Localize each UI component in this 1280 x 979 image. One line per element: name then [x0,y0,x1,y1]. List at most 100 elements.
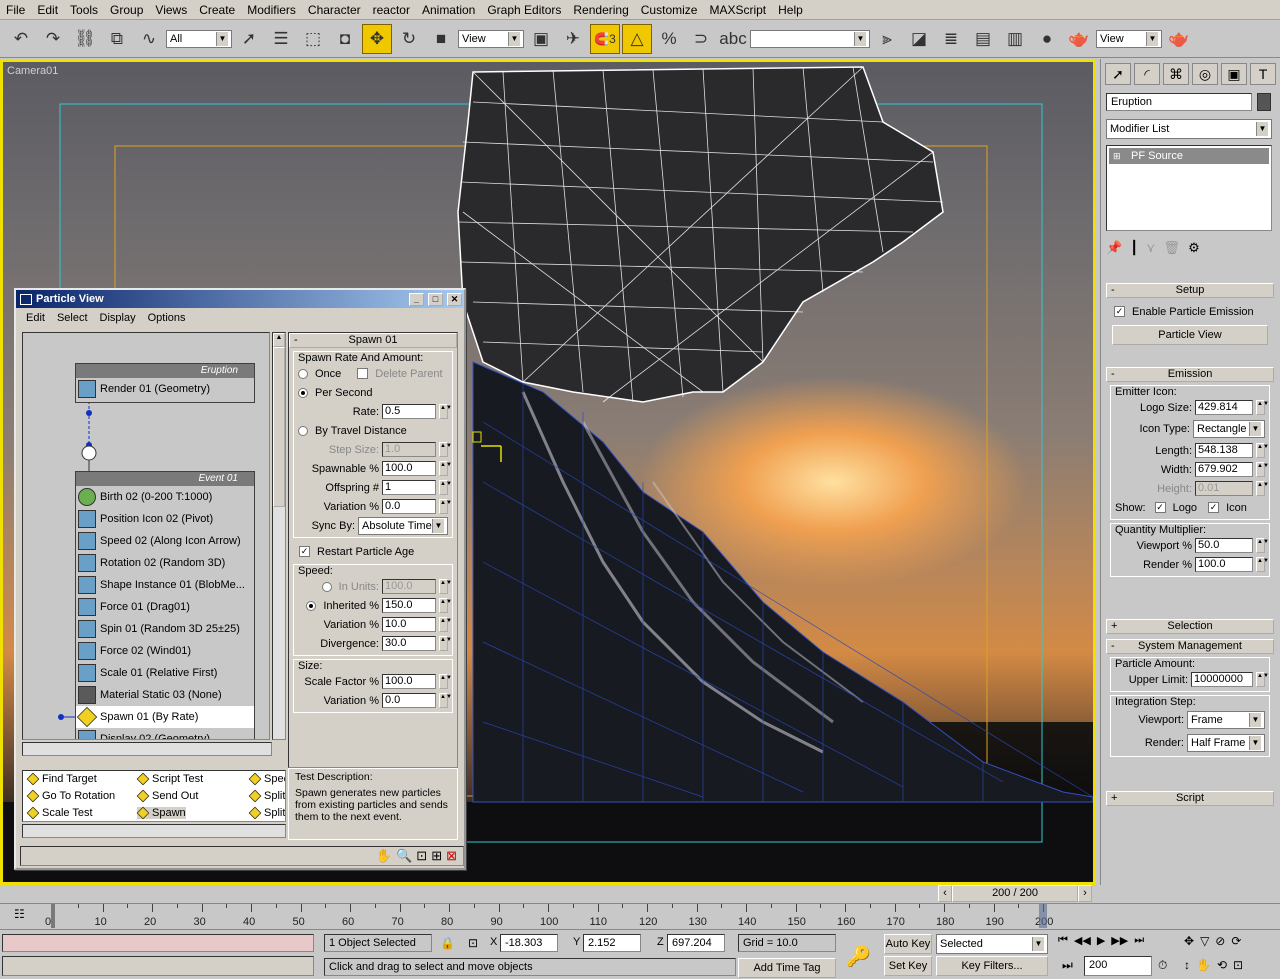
viewport-label[interactable]: Camera01 [7,65,58,77]
event-01[interactable]: Event 01 Birth 02 (0-200 T:1000) Position… [75,471,255,739]
pv-menu-edit[interactable]: Edit [20,312,51,324]
operator-item[interactable]: Spin 01 (Random 3D 25±25) [76,618,254,640]
move-icon[interactable]: ✥ [362,23,392,54]
variation-field[interactable]: 0.0 [382,499,436,514]
depot-item[interactable]: Script Test [136,772,203,786]
menu-create[interactable]: Create [193,3,241,17]
menu-reactor[interactable]: reactor [367,3,416,17]
rollout-system-management[interactable]: - System Management [1106,639,1274,654]
menu-help[interactable]: Help [772,3,809,17]
depot-item[interactable]: Find Target [26,772,97,786]
spinner-arrows[interactable]: ▲▼ [439,404,452,419]
logo-size-field[interactable]: 429.814 [1195,400,1253,415]
scroll-up-icon[interactable]: ▲ [273,333,285,347]
rollout-spawn[interactable]: - Spawn 01 [289,333,457,348]
operator-item[interactable]: Birth 02 (0-200 T:1000) [76,486,254,508]
key-mode-toggle-icon[interactable]: ⏭ [1062,958,1073,973]
modifier-list-dropdown[interactable]: Modifier List ▼ [1106,119,1272,139]
angle-snap-icon[interactable]: △ [622,23,652,54]
modifier-stack[interactable]: ⊞ PF Source [1106,145,1272,231]
undo-icon[interactable]: ↶ [6,24,36,54]
snap-icon[interactable]: 🧲 3 [590,23,620,54]
configure-sets-icon[interactable]: ⚙ [1188,240,1200,256]
height-field[interactable]: 0.01 [1195,481,1253,496]
menu-modifiers[interactable]: Modifiers [241,3,302,17]
maximize-button[interactable]: □ [428,292,443,306]
operator-item[interactable]: Display 02 (Geometry) [76,728,254,739]
unlink-icon[interactable]: ⧉ [102,24,132,54]
operator-item[interactable]: Position Icon 02 (Pivot) [76,508,254,530]
inherited-radio[interactable] [306,600,317,611]
depot-item[interactable]: Split [248,789,285,803]
enable-emission-checkbox[interactable]: ✓ [1114,306,1125,317]
create-tab-icon[interactable]: ➚ [1105,63,1131,85]
rect-region-icon[interactable]: ⬚ [298,24,328,54]
in-units-radio[interactable] [321,581,332,592]
go-to-start-icon[interactable]: ⏮ [1058,934,1068,947]
depot-item[interactable]: Split [248,806,285,820]
remove-modifier-icon[interactable]: 🗑 [1164,240,1181,256]
delete-parent-checkbox[interactable] [357,368,369,379]
make-unique-icon[interactable]: ⋎ [1146,240,1156,256]
zoom-icon[interactable]: 🔍 [396,848,412,864]
icon-type-dropdown[interactable]: Rectangle ▼ [1193,420,1265,438]
named-selection-dropdown[interactable]: ▼ [750,29,870,48]
graph-hscrollbar[interactable] [22,742,272,756]
rotate-icon[interactable]: ↻ [394,24,424,54]
pv-menu-display[interactable]: Display [94,312,142,324]
manipulate-icon[interactable]: ✈ [558,24,588,54]
rollout-selection[interactable]: + Selection [1106,619,1274,634]
object-name-field[interactable]: Eruption [1106,93,1252,111]
go-to-end-icon[interactable]: ⏭ [1134,934,1144,947]
max-viewport-icon[interactable]: ⊡ [1233,958,1243,972]
length-field[interactable]: 548.138 [1195,443,1253,458]
menu-customize[interactable]: Customize [635,3,704,17]
curve-editor-icon[interactable]: ▤ [968,24,998,54]
rollout-setup[interactable]: - Setup [1106,283,1274,298]
current-frame-marker[interactable] [1039,904,1047,928]
once-radio[interactable] [298,368,308,379]
maxscript-listener[interactable] [2,934,314,952]
pv-menu-select[interactable]: Select [51,312,94,324]
by-travel-radio[interactable] [298,425,308,436]
spinner-snap-icon[interactable]: ⊃ [686,24,716,54]
z-coordinate-field[interactable]: 697.204 [667,934,725,952]
menu-rendering[interactable]: Rendering [567,3,634,17]
operator-item[interactable]: Rotation 02 (Random 3D) [76,552,254,574]
track-bar[interactable]: ☷ 0 10 20 30 40 50 60 70 80 90 100 110 120 130 140 150 1… [0,903,1280,929]
menu-views[interactable]: Views [149,3,193,17]
operator-item[interactable]: Force 01 (Drag01) [76,596,254,618]
rollout-emission[interactable]: - Emission [1106,367,1274,382]
selection-filter-dropdown[interactable]: All ▼ [166,29,232,48]
utilities-tab-icon[interactable]: T [1250,63,1276,85]
layer-manager-icon[interactable]: ≣ [936,24,966,54]
x-coordinate-field[interactable]: -18.303 [500,934,558,952]
time-config-icon[interactable]: ⏱ [1158,958,1167,973]
speed-variation-field[interactable]: 10.0 [382,617,436,632]
pan-icon[interactable]: ✋ [376,848,392,864]
edit-named-sel-icon[interactable]: abc [718,24,748,54]
depot-item[interactable]: Spee [248,772,285,786]
show-icon-checkbox[interactable]: ✓ [1208,502,1220,513]
upper-limit-field[interactable]: 10000000 [1191,672,1253,687]
no-zoom-icon[interactable]: ⊠ [446,848,457,864]
operator-item[interactable]: Scale 01 (Relative First) [76,662,254,684]
menu-edit[interactable]: Edit [31,3,64,17]
truck-icon[interactable]: ⊘ [1215,934,1225,948]
menu-graph-editors[interactable]: Graph Editors [481,3,567,17]
menu-maxscript[interactable]: MAXScript [703,3,772,17]
operator-item[interactable]: Shape Instance 01 (BlobMe... [76,574,254,596]
particle-view-button[interactable]: Particle View [1112,325,1268,345]
next-frame-icon[interactable]: ▶▶ [1111,934,1128,947]
menu-character[interactable]: Character [302,3,367,17]
render-percent-field[interactable]: 100.0 [1195,557,1253,572]
field-of-view-icon[interactable]: ▽ [1200,934,1209,948]
menu-animation[interactable]: Animation [416,3,481,17]
minimize-button[interactable]: _ [409,292,424,306]
y-coordinate-field[interactable]: 2.152 [583,934,641,952]
dolly-icon[interactable]: ↕ [1184,958,1190,972]
spawnable-field[interactable]: 100.0 [382,461,436,476]
motion-tab-icon[interactable]: ◎ [1192,63,1218,85]
size-variation-field[interactable]: 0.0 [382,693,436,708]
link-icon[interactable]: ⛓ [70,24,100,54]
